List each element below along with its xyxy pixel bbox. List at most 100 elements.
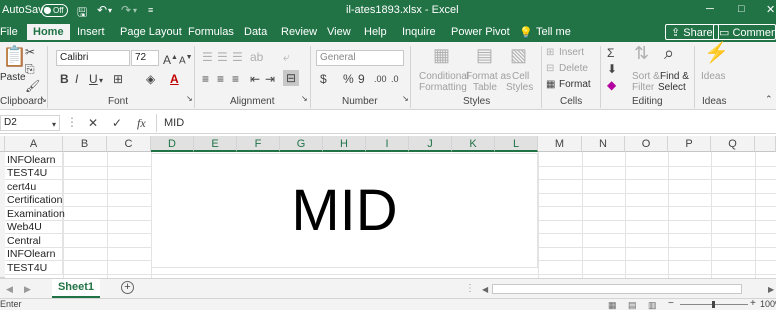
font-name-dropdown[interactable]: Calibri	[56, 50, 130, 66]
increase-decimal-icon[interactable]: .00	[374, 72, 387, 86]
merged-cell-mid[interactable]: MID	[151, 153, 538, 268]
comments-button[interactable]: ▭ Comments	[713, 24, 776, 40]
format-painter-icon[interactable]: 🖌	[25, 79, 40, 93]
delete-cells-button[interactable]: Delete	[559, 63, 588, 74]
copy-icon[interactable]: ⎘	[25, 62, 35, 76]
italic-button[interactable]: I	[75, 72, 78, 86]
restore-icon[interactable]: □	[738, 3, 745, 15]
insert-cells-button[interactable]: Insert	[559, 47, 584, 58]
wrap-text-icon[interactable]: ⤶	[283, 50, 290, 64]
tab-view[interactable]: View	[327, 26, 351, 38]
minimize-icon[interactable]: ─	[706, 3, 714, 15]
close-icon[interactable]: ✕	[766, 3, 775, 16]
cell-a7[interactable]: Central	[5, 234, 63, 248]
tab-insert[interactable]: Insert	[77, 26, 105, 38]
bottom-align-icon[interactable]: ☰	[232, 50, 243, 64]
paste-icon[interactable]: 📋	[2, 47, 27, 67]
column-header-l[interactable]: L	[495, 136, 538, 152]
fill-icon[interactable]: ⬇	[607, 62, 617, 76]
column-header-h[interactable]: H	[323, 136, 366, 152]
number-launcher-icon[interactable]: ↘	[402, 92, 409, 106]
cell-a8[interactable]: INFOlearn	[5, 247, 63, 261]
middle-align-icon[interactable]: ☰	[217, 50, 228, 64]
align-left-icon[interactable]: ≡	[202, 72, 209, 86]
borders-icon[interactable]: ⊞	[113, 72, 123, 86]
decrease-indent-icon[interactable]: ⇤	[250, 72, 260, 86]
find-select-label-1[interactable]: Find &	[660, 71, 689, 82]
column-header-j[interactable]: J	[409, 136, 452, 152]
font-launcher-icon[interactable]: ↘	[186, 92, 193, 106]
alignment-launcher-icon[interactable]: ↘	[301, 92, 308, 106]
column-header-a[interactable]: A	[5, 136, 63, 152]
conditional-formatting-icon[interactable]: ▦	[433, 46, 450, 64]
grow-font-icon[interactable]: A▲	[163, 51, 178, 67]
worksheet-grid[interactable]: A B C D E F G H I J K L M N O P Q INFOle…	[0, 136, 776, 278]
column-header-c[interactable]: C	[107, 136, 151, 152]
column-header-n[interactable]: N	[582, 136, 625, 152]
format-as-table-icon[interactable]: ▤	[476, 46, 493, 64]
shrink-font-icon[interactable]: A▼	[179, 51, 193, 68]
column-header-e[interactable]: E	[194, 136, 237, 152]
enter-icon[interactable]: ✓	[112, 116, 122, 130]
number-format-dropdown[interactable]: General	[316, 50, 404, 66]
tab-home[interactable]: Home	[27, 24, 70, 42]
currency-button[interactable]: $	[320, 72, 327, 86]
merge-center-icon[interactable]: ⊟	[283, 70, 300, 86]
format-cells-icon[interactable]: ▦	[546, 78, 555, 92]
name-box[interactable]: D2	[0, 115, 60, 131]
prev-sheet-icon[interactable]: ◀	[6, 282, 13, 296]
redo-dropdown-icon[interactable]: ▾	[133, 6, 137, 15]
cut-icon[interactable]: ✂	[25, 45, 35, 59]
tab-file[interactable]: File	[0, 26, 18, 38]
tab-help[interactable]: Help	[364, 26, 387, 38]
sort-filter-label-1[interactable]: Sort &	[632, 71, 660, 82]
column-header-q[interactable]: Q	[711, 136, 755, 152]
fill-color-icon[interactable]: ◈	[146, 72, 155, 86]
column-header-p[interactable]: P	[668, 136, 711, 152]
decrease-decimal-icon[interactable]: .0	[391, 72, 399, 86]
delete-cells-icon[interactable]: ⊟	[546, 62, 554, 76]
underline-button[interactable]: U	[89, 72, 98, 86]
clear-icon[interactable]: ◆	[607, 78, 616, 92]
cell-a6[interactable]: Web4U	[5, 220, 63, 234]
zoom-slider-thumb[interactable]	[712, 301, 715, 308]
cell-styles-label-1[interactable]: Cell	[512, 71, 529, 82]
cell-a9[interactable]: TEST4U	[5, 261, 63, 275]
paste-button[interactable]: Paste	[0, 72, 26, 83]
cell-a3[interactable]: cert4u	[5, 180, 63, 194]
column-header-r[interactable]	[755, 136, 776, 152]
autosum-icon[interactable]: Σ	[607, 46, 614, 60]
tab-data[interactable]: Data	[244, 26, 267, 38]
column-header-d[interactable]: D	[151, 136, 194, 152]
comma-button[interactable]: 9	[358, 72, 365, 86]
collapse-ribbon-icon[interactable]: ⌃	[765, 92, 773, 106]
next-sheet-icon[interactable]: ▶	[24, 282, 31, 296]
conditional-formatting-label-2[interactable]: Formatting	[419, 82, 467, 93]
conditional-formatting-label-1[interactable]: Conditional	[419, 71, 469, 82]
underline-dropdown-icon[interactable]: ▾	[99, 74, 103, 88]
format-cells-button[interactable]: Format	[559, 79, 591, 90]
find-select-icon[interactable]: ⌕	[664, 44, 674, 62]
undo-icon[interactable]: ↶	[97, 3, 107, 17]
tab-formulas[interactable]: Formulas	[188, 26, 234, 38]
scroll-right-icon[interactable]: ▶	[768, 283, 774, 297]
column-header-f[interactable]: F	[237, 136, 280, 152]
add-sheet-button[interactable]: +	[121, 281, 134, 294]
insert-function-button[interactable]: fx	[137, 116, 146, 130]
format-as-table-label-2[interactable]: Table	[473, 82, 497, 93]
clipboard-launcher-icon[interactable]: ↘	[40, 93, 47, 107]
insert-cells-icon[interactable]: ⊞	[546, 46, 554, 60]
font-color-icon[interactable]: A	[170, 72, 179, 86]
autosave-toggle[interactable]: Off	[41, 4, 68, 17]
increase-indent-icon[interactable]: ⇥	[265, 72, 275, 86]
scroll-left-icon[interactable]: ◀	[482, 283, 488, 297]
redo-icon[interactable]: ↷	[121, 3, 131, 17]
align-right-icon[interactable]: ≡	[232, 72, 239, 86]
column-header-i[interactable]: I	[366, 136, 409, 152]
formula-input[interactable]: MID	[164, 117, 184, 129]
tell-me-search[interactable]: Tell me	[536, 26, 571, 38]
share-button[interactable]: ⇪ Share	[665, 24, 719, 40]
ideas-button[interactable]: Ideas	[701, 71, 725, 82]
name-box-dropdown-icon[interactable]: ▾	[52, 118, 56, 132]
font-size-dropdown[interactable]: 72	[131, 50, 159, 66]
